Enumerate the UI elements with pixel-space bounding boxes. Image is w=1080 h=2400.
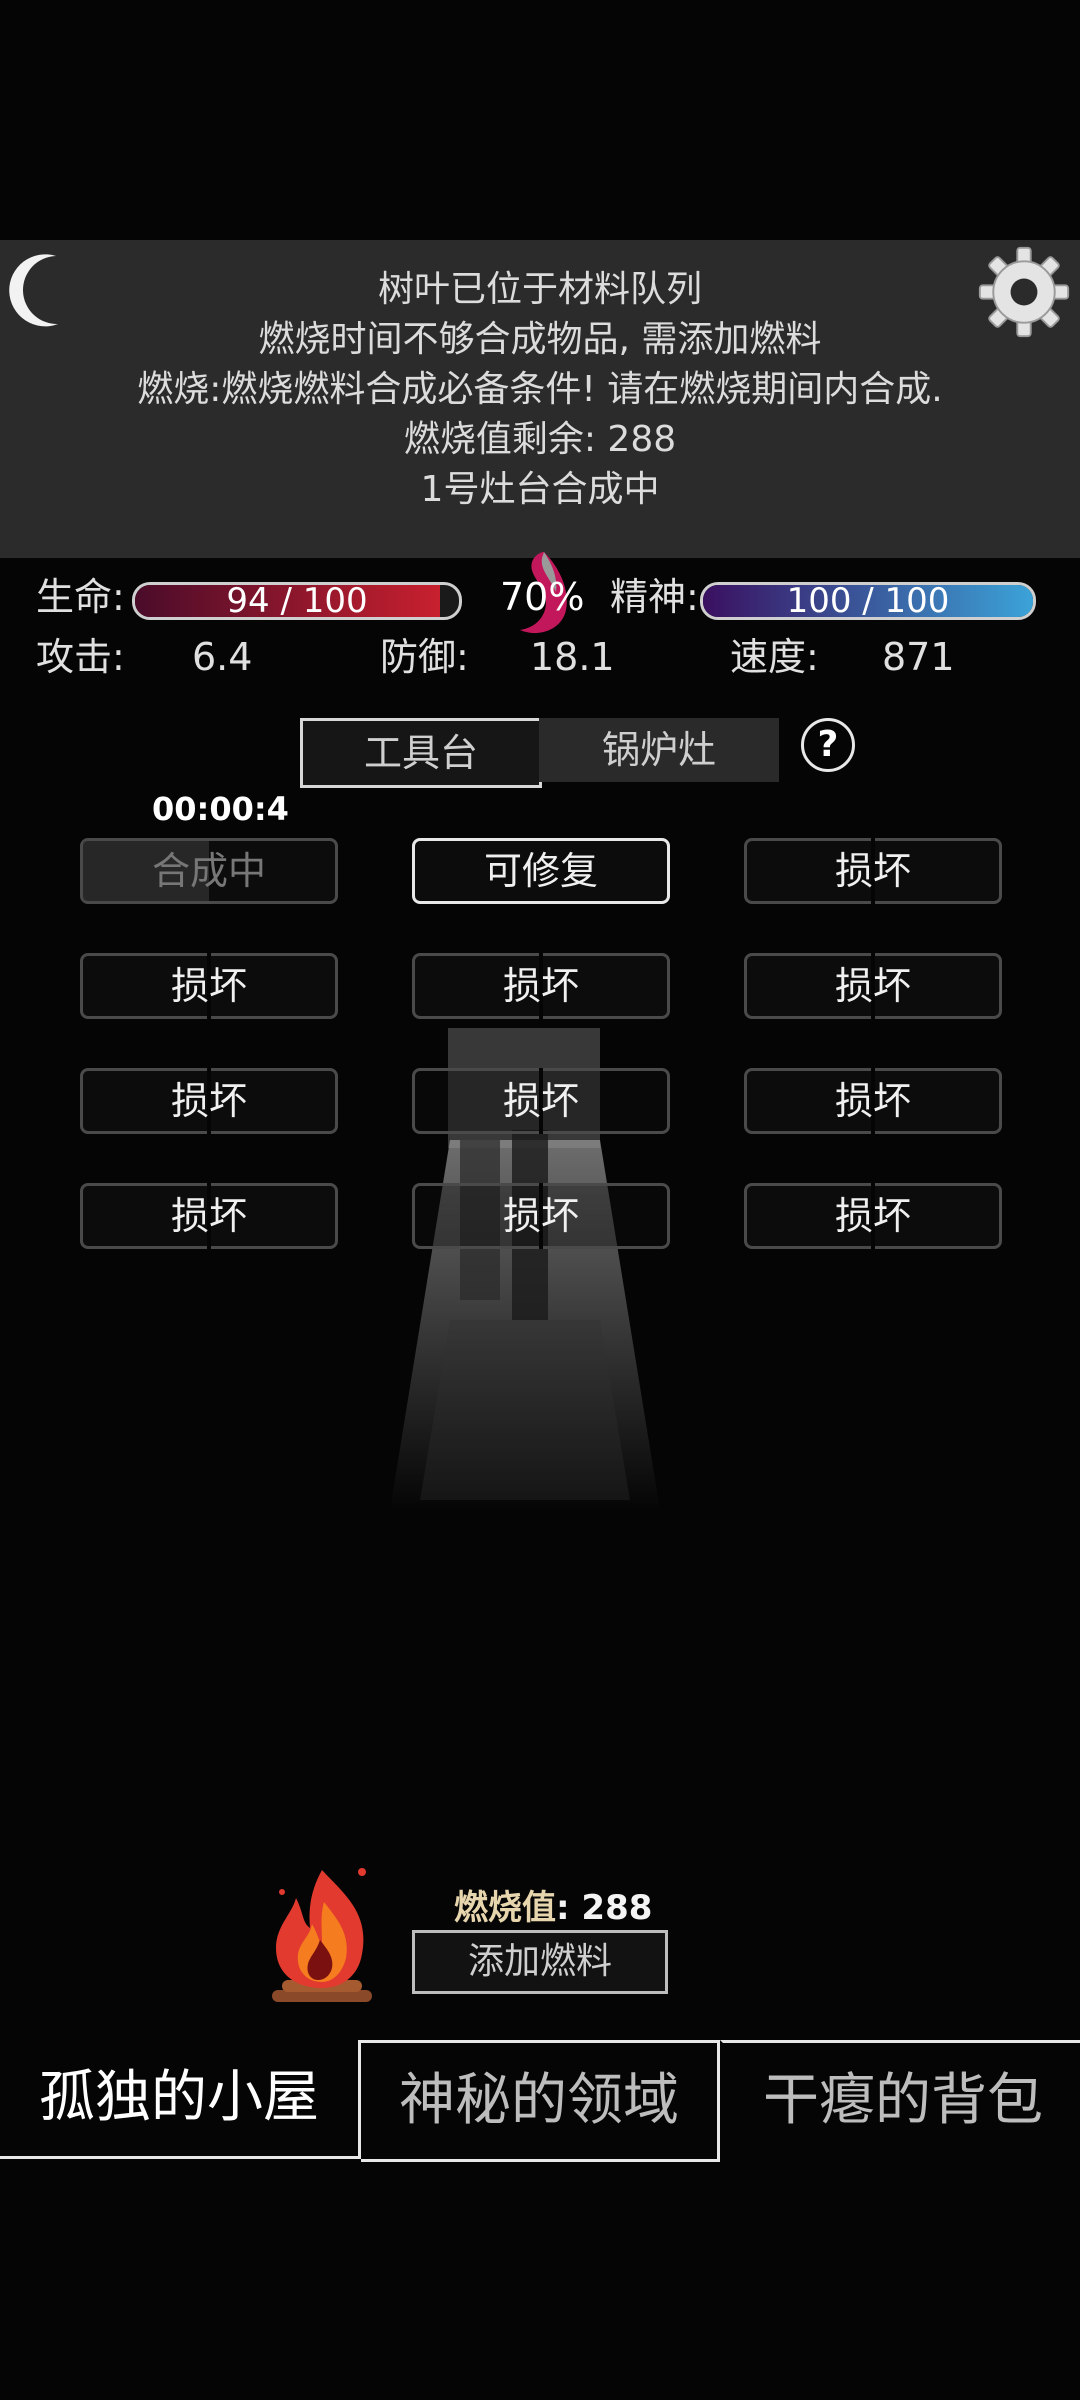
slot-label: 损坏 bbox=[834, 964, 911, 1008]
slot-label: 合成中 bbox=[151, 849, 266, 893]
slot-label: 损坏 bbox=[170, 1194, 247, 1238]
moon-icon[interactable] bbox=[8, 250, 68, 330]
attack-value: 6.4 bbox=[192, 635, 253, 679]
slot-label: 损坏 bbox=[502, 1079, 579, 1123]
slot-label: 损坏 bbox=[834, 1079, 911, 1123]
slot-button[interactable]: 损坏 bbox=[744, 1068, 1002, 1134]
help-icon[interactable]: ? bbox=[801, 718, 855, 772]
slot-button[interactable]: 损坏 bbox=[80, 953, 338, 1019]
campfire-icon[interactable] bbox=[262, 1862, 382, 2012]
slot-label: 损坏 bbox=[502, 1194, 579, 1238]
slot-button[interactable]: 损坏 bbox=[412, 953, 670, 1019]
hp-bar-text: 94 / 100 bbox=[226, 582, 368, 620]
speed-label: 速度: bbox=[730, 635, 819, 679]
hp-bar: 94 / 100 bbox=[132, 582, 462, 620]
slot-label: 损坏 bbox=[502, 964, 579, 1008]
add-fuel-button[interactable]: 添加燃料 bbox=[412, 1930, 668, 1994]
slot-label: 可修复 bbox=[483, 849, 598, 893]
attack-label: 攻击: bbox=[36, 635, 125, 679]
slot-button[interactable]: 损坏 bbox=[412, 1183, 670, 1249]
slot-button[interactable]: 损坏 bbox=[744, 838, 1002, 904]
message-line: 燃烧值剩余: 288 bbox=[403, 419, 677, 460]
burn-value-label: 燃烧值: 288 bbox=[454, 1880, 652, 1929]
message-line: 燃烧:燃烧燃料合成必备条件! 请在燃烧期间内合成. bbox=[137, 369, 943, 410]
slot-button[interactable]: 损坏 bbox=[744, 953, 1002, 1019]
nav-domain[interactable]: 神秘的领域 bbox=[361, 2040, 720, 2162]
message-panel: 树叶已位于材料队列 燃烧时间不够合成物品, 需添加燃料 燃烧:燃烧燃料合成必备条… bbox=[0, 240, 1080, 558]
spirit-bar: 100 / 100 bbox=[700, 582, 1036, 620]
nav-cabin[interactable]: 孤独的小屋 bbox=[0, 2040, 361, 2159]
slot-button[interactable]: 可修复 bbox=[412, 838, 670, 904]
slot-label: 损坏 bbox=[834, 1194, 911, 1238]
slot-label: 损坏 bbox=[170, 1079, 247, 1123]
message-line: 1号灶台合成中 bbox=[420, 469, 660, 510]
slot-button[interactable]: 损坏 bbox=[412, 1068, 670, 1134]
message-line: 树叶已位于材料队列 bbox=[377, 269, 702, 310]
burn-label-value: : 288 bbox=[556, 1888, 653, 1928]
defense-value: 18.1 bbox=[530, 635, 615, 679]
slot-button[interactable]: 损坏 bbox=[80, 1068, 338, 1134]
slot-label: 损坏 bbox=[170, 964, 247, 1008]
speed-value: 871 bbox=[882, 635, 955, 679]
craft-timer: 00:00:4 bbox=[152, 790, 289, 828]
nav-bag[interactable]: 干瘪的背包 bbox=[720, 2040, 1080, 2162]
gear-icon[interactable] bbox=[976, 244, 1072, 340]
slot-button[interactable]: 损坏 bbox=[744, 1183, 1002, 1249]
hunger-text: 70% bbox=[500, 575, 585, 619]
burn-label-key: 燃烧值 bbox=[454, 1888, 556, 1928]
message-line: 燃烧时间不够合成物品, 需添加燃料 bbox=[258, 319, 822, 360]
spirit-label: 精神: bbox=[610, 575, 699, 619]
spirit-bar-text: 100 / 100 bbox=[786, 582, 950, 620]
slot-label: 损坏 bbox=[834, 849, 911, 893]
tab-boiler[interactable]: 锅炉灶 bbox=[539, 718, 779, 782]
slot-button[interactable]: 损坏 bbox=[80, 1183, 338, 1249]
slot-button[interactable]: 合成中 bbox=[80, 838, 338, 904]
tab-workbench[interactable]: 工具台 bbox=[300, 718, 542, 788]
defense-label: 防御: bbox=[380, 635, 469, 679]
hp-label: 生命: bbox=[36, 575, 125, 619]
